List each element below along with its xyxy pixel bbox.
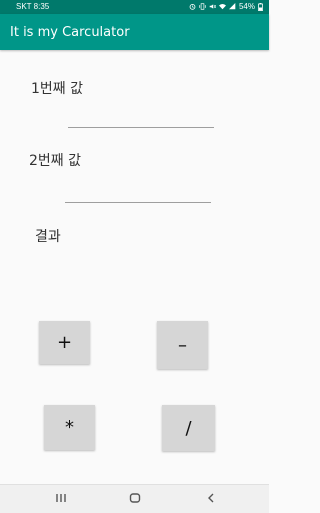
first-value-field[interactable]: [68, 108, 214, 128]
divide-button[interactable]: /: [162, 405, 215, 451]
multiply-button[interactable]: *: [44, 405, 95, 450]
mute-icon: [209, 4, 216, 9]
second-value-underline: [65, 202, 211, 203]
recent-apps-icon[interactable]: [55, 492, 67, 504]
first-value-label: 1번째 값: [31, 81, 83, 97]
second-value-label: 2번째 값: [29, 153, 81, 169]
second-value-field[interactable]: [65, 183, 211, 203]
back-icon[interactable]: [205, 492, 217, 504]
carrier-text: SKT: [16, 2, 32, 11]
vibrate-icon: [199, 3, 206, 10]
wifi-icon: [218, 4, 226, 10]
clock-text: 8:35: [33, 2, 50, 11]
app-bar: It is my Carculator: [0, 14, 269, 50]
status-left: SKT 8:35: [16, 2, 49, 11]
status-right: 54%: [189, 2, 263, 11]
battery-icon: [258, 2, 263, 11]
home-icon[interactable]: [129, 492, 141, 504]
subtract-button[interactable]: –: [157, 321, 208, 369]
add-button[interactable]: +: [39, 321, 90, 364]
app-title: It is my Carculator: [10, 25, 130, 40]
status-bar: SKT 8:35 54%: [0, 0, 269, 14]
alarm-icon: [189, 3, 196, 10]
signal-icon: [228, 3, 236, 10]
navigation-bar: [0, 484, 269, 513]
first-value-underline: [68, 127, 214, 128]
battery-percent: 54%: [238, 2, 255, 11]
result-label: 결과: [35, 229, 61, 245]
